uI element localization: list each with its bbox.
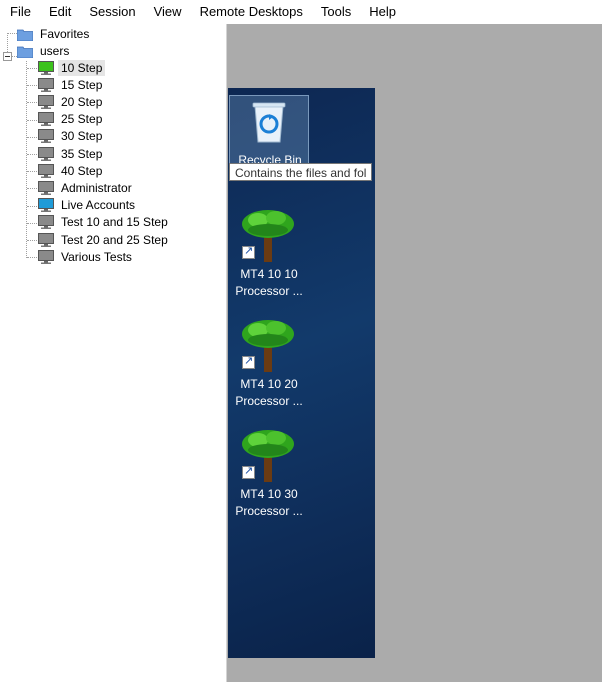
tree-connector [27, 68, 37, 69]
monitor-gray-icon [38, 129, 54, 144]
monitor-blue-icon [38, 198, 54, 213]
tree-item[interactable]: Test 10 and 15 Step [38, 214, 171, 231]
monitor-green-icon [38, 60, 54, 75]
menu-edit[interactable]: Edit [40, 0, 80, 24]
desktop-shortcut[interactable]: MT4 10 30 Processor ... [228, 426, 310, 526]
tree-connector [27, 222, 37, 224]
tree-connector [27, 85, 37, 87]
monitor-gray-icon [38, 232, 54, 247]
tree-label: 35 Step [61, 146, 103, 161]
tree-item[interactable]: 30 Step [38, 128, 105, 145]
tooltip: Contains the files and fol [229, 163, 373, 181]
tree-label: 20 Step [61, 94, 103, 109]
tree-label: Test 10 and 15 Step [61, 215, 168, 230]
desktop-shortcut-label: MT4 10 20 Processor ... [235, 377, 303, 408]
menu-tools[interactable]: Tools [312, 0, 360, 24]
tree-label: Various Tests [61, 249, 132, 264]
desktop-shortcut-label: MT4 10 30 Processor ... [235, 487, 303, 518]
tree-label: users [40, 43, 70, 58]
shortcut-arrow-icon [242, 354, 255, 369]
folder-icon [17, 28, 33, 41]
tree-label: 40 Step [61, 163, 103, 178]
tree-item[interactable]: Live Accounts [38, 197, 138, 214]
tree-item[interactable]: Various Tests [38, 248, 135, 265]
monitor-gray-icon [38, 163, 54, 178]
monitor-gray-icon [38, 77, 54, 92]
tree-item[interactable]: Test 20 and 25 Step [38, 231, 171, 248]
tree-connector [7, 33, 8, 52]
monitor-gray-icon [38, 215, 54, 230]
tree-connector [27, 188, 37, 190]
tree-item[interactable]: 20 Step [38, 93, 105, 110]
tree-item[interactable]: 35 Step [38, 145, 105, 162]
tree-connector [8, 33, 17, 34]
folder-icon [17, 45, 33, 58]
trash-icon [252, 102, 286, 143]
menu-help[interactable]: Help [360, 0, 405, 24]
desktop-shortcut[interactable]: MT4 10 20 Processor ... [228, 316, 310, 416]
tree-connector [27, 171, 37, 173]
tree-label: 10 Step [58, 59, 106, 76]
tree-connector [27, 136, 37, 138]
menu-remote-desktops[interactable]: Remote Desktops [191, 0, 312, 24]
tree-connector [27, 257, 37, 259]
menu-view[interactable]: View [145, 0, 191, 24]
menu-bar: File Edit Session View Remote Desktops T… [0, 0, 602, 24]
monitor-gray-icon [38, 180, 54, 195]
monitor-gray-icon [38, 146, 54, 161]
tree-connector [27, 119, 37, 121]
recycle-bin-icon[interactable]: Recycle Bin [229, 95, 309, 167]
tree-label: Test 20 and 25 Step [61, 232, 168, 247]
tree-label: Favorites [40, 26, 90, 41]
tree-label: Administrator [61, 180, 132, 195]
menu-session[interactable]: Session [80, 0, 144, 24]
menu-file[interactable]: File [0, 0, 40, 24]
tree-item[interactable]: 25 Step [38, 111, 105, 128]
tree-item[interactable]: 10 Step [38, 59, 106, 76]
tree-label: 15 Step [61, 77, 103, 92]
tree-connector [26, 61, 27, 258]
tree-connector [27, 240, 37, 241]
monitor-gray-icon [38, 112, 54, 127]
monitor-gray-icon [38, 94, 54, 109]
tree-connector [27, 102, 37, 104]
desktop-shortcut[interactable]: MT4 10 10 Processor ... [228, 206, 310, 306]
tree-item[interactable]: 40 Step [38, 162, 105, 179]
tree-label: Live Accounts [61, 198, 136, 213]
shortcut-arrow-icon [242, 464, 255, 479]
tree-favorites[interactable]: Favorites [17, 25, 92, 42]
desktop-shortcut-label: MT4 10 10 Processor ... [235, 267, 303, 298]
tree-label: 25 Step [61, 112, 103, 127]
remote-desktop-screen[interactable]: Recycle Bin Contains the files and fol M… [228, 88, 375, 658]
monitor-gray-icon [38, 249, 54, 264]
collapse-toggle[interactable] [3, 52, 12, 61]
tree-connector [27, 205, 37, 207]
tree-connector [27, 154, 37, 155]
shortcut-arrow-icon [242, 244, 255, 259]
tree-item[interactable]: 15 Step [38, 76, 105, 93]
connection-tree: Favorites users 10 Step 15 Step 20 Step 25 … [0, 24, 227, 682]
tree-users[interactable]: users [17, 42, 72, 59]
tree-item[interactable]: Administrator [38, 179, 135, 196]
tree-label: 30 Step [61, 129, 103, 144]
